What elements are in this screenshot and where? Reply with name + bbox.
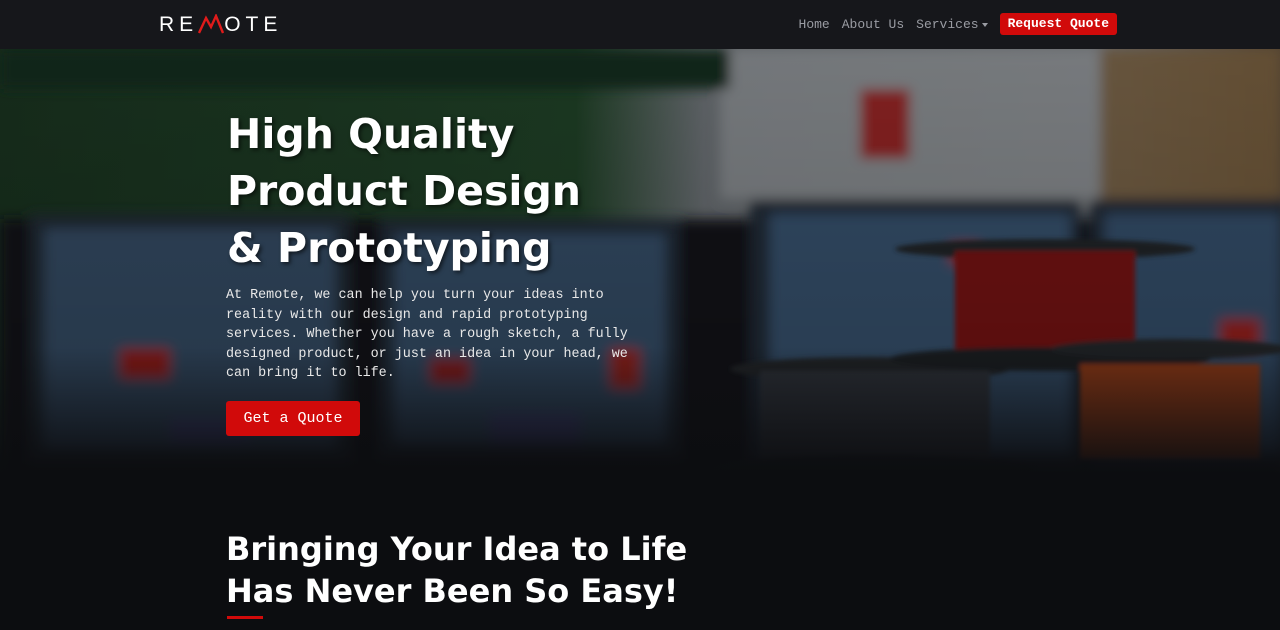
logo-suffix: OTE [224, 13, 283, 36]
section-heading-line-2: Has Never Been So Easy! [226, 572, 679, 610]
section-heading: Bringing Your Idea to Life Has Never Bee… [226, 528, 826, 612]
section-heading-line-1: Bringing Your Idea to Life [226, 530, 688, 568]
logo-prefix: RE [159, 13, 199, 36]
heading-accent-divider [227, 616, 263, 619]
nav-link-about-us[interactable]: About Us [842, 17, 904, 32]
hero-title: High Quality Product Design & Prototypin… [227, 106, 747, 277]
hero-title-line-1: High Quality [227, 110, 515, 158]
mountain-peak-icon [198, 14, 225, 34]
nav-link-services-label: Services [916, 16, 979, 32]
navbar: RE OTE Home About Us Services Request Qu… [0, 0, 1280, 49]
hero-description: At Remote, we can help you turn your ide… [226, 288, 628, 382]
brand-logo[interactable]: RE OTE [159, 13, 283, 36]
nav-menu: Home About Us Services Request Quote [799, 12, 1117, 36]
request-quote-button[interactable]: Request Quote [999, 13, 1117, 35]
hero-title-line-3: & Prototyping [227, 224, 552, 272]
nav-link-home[interactable]: Home [799, 17, 830, 32]
get-a-quote-button[interactable]: Get a Quote [226, 401, 360, 436]
chevron-down-icon [981, 23, 988, 27]
hero-section: High Quality Product Design & Prototypin… [0, 49, 1280, 475]
nav-link-services[interactable]: Services [916, 16, 988, 32]
hero-title-line-2: Product Design [227, 167, 581, 215]
